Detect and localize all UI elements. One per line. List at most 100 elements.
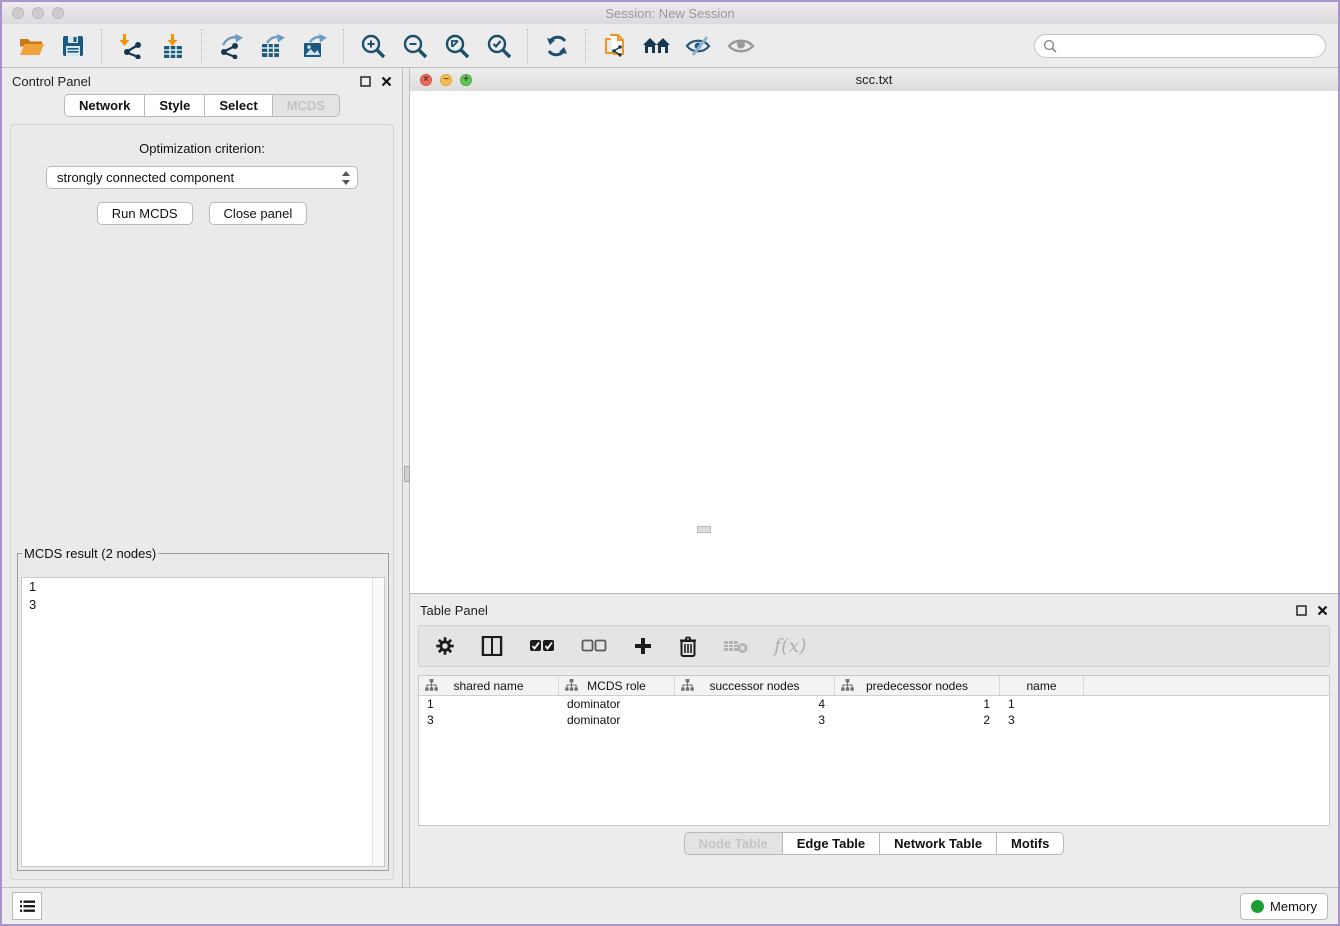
table-cell[interactable]: 2 (835, 713, 1000, 727)
show-all-columns-icon[interactable] (529, 639, 555, 653)
table-cell[interactable]: 3 (675, 713, 835, 727)
export-network-button[interactable] (210, 27, 252, 65)
column-header-name[interactable]: name (1000, 676, 1084, 695)
column-header-label: predecessor nodes (866, 679, 968, 693)
control-panel-header: Control Panel (2, 68, 402, 94)
table-cell[interactable]: 4 (675, 697, 835, 711)
table-tabs-bar: Node TableEdge TableNetwork TableMotifs (410, 828, 1338, 858)
zoom-fit-button[interactable] (436, 27, 478, 65)
table-cell[interactable]: 3 (1000, 713, 1084, 727)
table-cell[interactable]: dominator (559, 697, 675, 711)
table-tab-edge-table[interactable]: Edge Table (783, 832, 880, 855)
network-view-window: × − + scc.txt (410, 68, 1338, 594)
hide-selection-button[interactable] (678, 27, 720, 65)
table-cell[interactable]: dominator (559, 713, 675, 727)
session-title: Session: New Session (2, 6, 1338, 21)
table-cell[interactable]: 3 (419, 713, 559, 727)
column-header-successor-nodes[interactable]: successor nodes (675, 676, 835, 695)
node-table[interactable]: shared name MCDS role successor nodes prede… (418, 675, 1330, 826)
mcds-result-item[interactable]: 1 (22, 578, 384, 596)
mcds-panel: Optimization criterion: strongly connect… (10, 124, 394, 880)
optimization-criterion-select[interactable]: strongly connected component (46, 166, 358, 189)
table-row[interactable]: 1dominator411 (419, 696, 1329, 712)
close-panel-button[interactable]: Close panel (209, 202, 308, 225)
column-header-label: MCDS role (587, 679, 646, 693)
open-file-button[interactable] (10, 27, 52, 65)
export-table-icon (259, 33, 287, 59)
tab-mcds[interactable]: MCDS (273, 94, 340, 117)
table-body: 1dominator4113dominator323 (419, 696, 1329, 728)
status-bar: Memory (2, 887, 1338, 924)
column-hierarchy-icon (425, 679, 438, 694)
network-graph[interactable] (410, 91, 1338, 593)
vertical-splitter[interactable] (402, 68, 410, 888)
select-arrows-icon (341, 170, 351, 186)
table-settings-gear-icon[interactable] (435, 636, 455, 656)
save-session-button[interactable] (52, 27, 94, 65)
table-toolbar: f(x) (418, 625, 1330, 667)
delete-column-trash-icon[interactable] (679, 636, 697, 657)
table-row[interactable]: 3dominator323 (419, 712, 1329, 728)
save-icon (61, 34, 85, 58)
close-panel-icon[interactable] (381, 76, 392, 87)
status-menu-button[interactable] (12, 892, 42, 920)
zoom-selected-button[interactable] (478, 27, 520, 65)
network-window-title: scc.txt (410, 72, 1338, 87)
table-panel-header: Table Panel (410, 597, 1338, 623)
control-panel-title: Control Panel (12, 74, 91, 89)
memory-status-dot (1251, 900, 1264, 913)
column-hierarchy-icon (841, 679, 854, 694)
open-folder-icon (18, 34, 45, 58)
first-neighbors-button[interactable] (636, 27, 678, 65)
table-cell[interactable]: 1 (1000, 697, 1084, 711)
column-header-predecessor-nodes[interactable]: predecessor nodes (835, 676, 1000, 695)
create-column-icon[interactable] (633, 636, 653, 656)
column-header-shared-name[interactable]: shared name (419, 676, 559, 695)
horizontal-splitter-grip[interactable] (697, 526, 711, 533)
import-network-button[interactable] (110, 27, 152, 65)
import-network-icon (118, 33, 144, 59)
toolbar-separator (585, 29, 587, 63)
table-tab-network-table[interactable]: Network Table (880, 832, 997, 855)
table-cell[interactable]: 1 (835, 697, 1000, 711)
float-panel-icon[interactable] (1296, 605, 1307, 616)
selected-option-label: strongly connected component (57, 170, 341, 185)
close-panel-icon[interactable] (1317, 605, 1328, 616)
network-window-titlebar: × − + scc.txt (410, 68, 1338, 92)
function-builder-icon: f(x) (774, 635, 807, 657)
export-network-icon (217, 33, 245, 59)
apply-layout-button[interactable] (536, 27, 578, 65)
memory-label: Memory (1270, 899, 1317, 914)
list-menu-icon (20, 900, 35, 913)
show-all-button[interactable] (720, 27, 762, 65)
run-mcds-button[interactable]: Run MCDS (97, 202, 193, 225)
export-table-button[interactable] (252, 27, 294, 65)
network-canvas[interactable] (410, 91, 1338, 593)
window-titlebar: Session: New Session (2, 2, 1338, 25)
mcds-result-scrollbar[interactable] (372, 578, 384, 866)
network-from-selection-icon (601, 32, 629, 60)
memory-button[interactable]: Memory (1240, 893, 1328, 920)
toolbar-separator (527, 29, 529, 63)
zoom-out-button[interactable] (394, 27, 436, 65)
zoom-in-button[interactable] (352, 27, 394, 65)
float-panel-icon[interactable] (360, 76, 371, 87)
column-header-mcds-role[interactable]: MCDS role (559, 676, 675, 695)
tab-style[interactable]: Style (145, 94, 205, 117)
optimization-criterion-label: Optimization criterion: (11, 141, 393, 156)
hide-all-columns-icon[interactable] (581, 639, 607, 653)
table-tab-node-table[interactable]: Node Table (684, 832, 783, 855)
search-input[interactable] (1057, 37, 1317, 54)
split-table-panel-icon[interactable] (481, 636, 503, 656)
tab-network[interactable]: Network (64, 94, 145, 117)
table-cell[interactable]: 1 (419, 697, 559, 711)
import-table-button[interactable] (152, 27, 194, 65)
new-network-from-selection-button[interactable] (594, 27, 636, 65)
export-image-button[interactable] (294, 27, 336, 65)
zoom-selected-icon (486, 33, 512, 59)
mcds-result-list[interactable]: 13 (21, 577, 385, 867)
tab-select[interactable]: Select (205, 94, 272, 117)
mcds-result-item[interactable]: 3 (22, 596, 384, 614)
houses-icon (642, 34, 672, 58)
table-tab-motifs[interactable]: Motifs (997, 832, 1064, 855)
